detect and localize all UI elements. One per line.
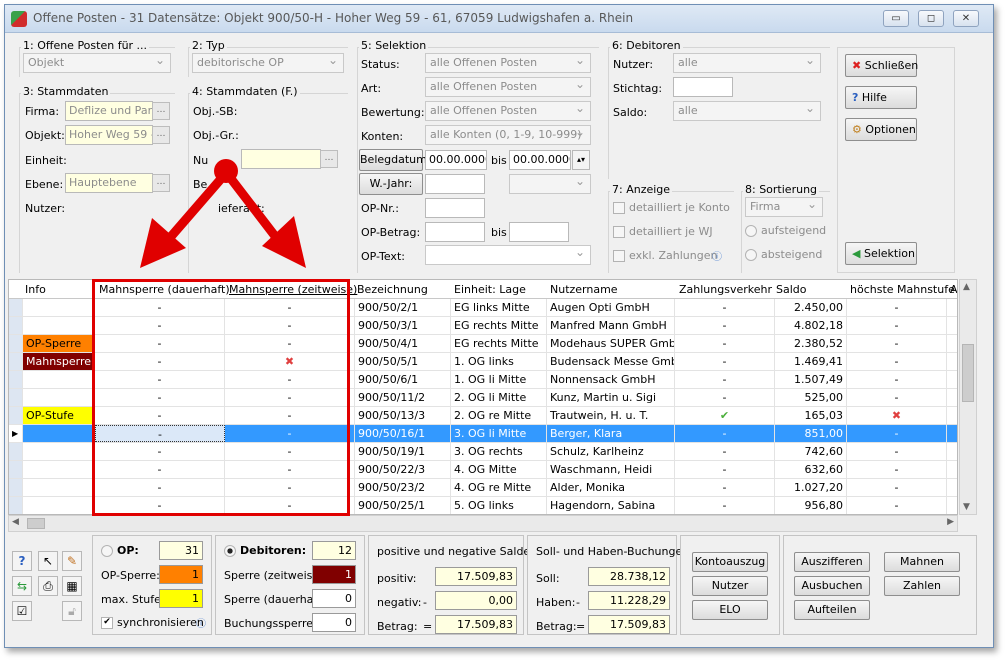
debitoren-label: Debitoren: — [240, 544, 307, 557]
checkbox-icon[interactable]: ☑ — [12, 601, 32, 621]
haben-value: 11.228,29 — [588, 591, 670, 610]
auszifferen-button[interactable]: Auszifferen — [794, 552, 870, 572]
ausbuchen-button[interactable]: Ausbuchen — [794, 576, 870, 596]
op-summary-panel: OP: 31 OP-Sperre: 1 max. Stufe: 1 ✔ sync… — [92, 535, 212, 635]
zahlen-button[interactable]: Zahlen — [884, 576, 960, 596]
opsperre-count: 1 — [159, 565, 203, 584]
soll-haben-title: Soll- und Haben-Buchungen — [536, 545, 690, 558]
mahnen-button[interactable]: Mahnen — [884, 552, 960, 572]
aufteilen-button[interactable]: Aufteilen — [794, 600, 870, 620]
negativ-minus: - — [423, 596, 427, 609]
sync-info-icon[interactable]: ⓘ — [196, 615, 206, 630]
soll-haben-panel: Soll- und Haben-Buchungen Soll: 28.738,1… — [527, 535, 689, 635]
lock-icon[interactable]: 🔓︎ — [62, 601, 82, 621]
betrag-value: 17.509,83 — [435, 615, 517, 634]
negativ-value: 0,00 — [435, 591, 517, 610]
soll-label: Soll: — [536, 572, 560, 585]
debitoren-summary-panel: Debitoren: 12 Sperre (zeitweise): 1 Sper… — [215, 535, 365, 635]
kontoauszug-button[interactable]: Kontoauszug — [692, 552, 768, 572]
maxstufe-count: 1 — [159, 589, 203, 608]
betrag-label: Betrag: — [377, 620, 418, 633]
debitoren-radio[interactable] — [224, 545, 236, 557]
opsperre-label: OP-Sperre: — [101, 569, 160, 582]
sperre-zeit-count: 1 — [312, 565, 356, 584]
positiv-value: 17.509,83 — [435, 567, 517, 586]
sync-label: synchronisieren — [117, 616, 204, 629]
soll-betrag-eq: = — [576, 620, 586, 633]
haben-minus: - — [576, 596, 580, 609]
betrag-eq: = — [423, 620, 433, 633]
negativ-label: negativ: — [377, 596, 422, 609]
elo-button[interactable]: ELO — [692, 600, 768, 620]
saldo-panel: positive und negative Salden positiv: 17… — [368, 535, 537, 635]
refresh-icon[interactable]: ⇆ — [12, 576, 32, 596]
buchungssperre-label: Buchungssperre: — [224, 617, 317, 630]
sync-checkbox[interactable]: ✔ — [101, 617, 113, 629]
soll-betrag-label: Betrag: — [536, 620, 577, 633]
positiv-label: positiv: — [377, 572, 417, 585]
saldo-panel-title: positive und negative Salden — [377, 545, 538, 558]
soll-value: 28.738,12 — [588, 567, 670, 586]
cursor-icon[interactable]: ↖ — [38, 551, 58, 571]
maxstufe-label: max. Stufe: — [101, 593, 165, 606]
nutzer-button[interactable]: Nutzer — [692, 576, 768, 596]
debitoren-count: 12 — [312, 541, 356, 560]
help-small-icon[interactable]: ? — [12, 551, 32, 571]
op-count: 31 — [159, 541, 203, 560]
grid-icon[interactable]: ▦ — [62, 576, 82, 596]
print-icon[interactable]: ⎙ — [38, 576, 58, 596]
sperre-dauer-count: 0 — [312, 589, 356, 608]
haben-label: Haben: — [536, 596, 576, 609]
op-label: OP: — [117, 544, 139, 557]
buchungssperre-count: 0 — [312, 613, 356, 632]
pencil-icon[interactable]: ✎ — [62, 551, 82, 571]
op-radio[interactable] — [101, 545, 113, 557]
soll-betrag-value: 17.509,83 — [588, 615, 670, 634]
